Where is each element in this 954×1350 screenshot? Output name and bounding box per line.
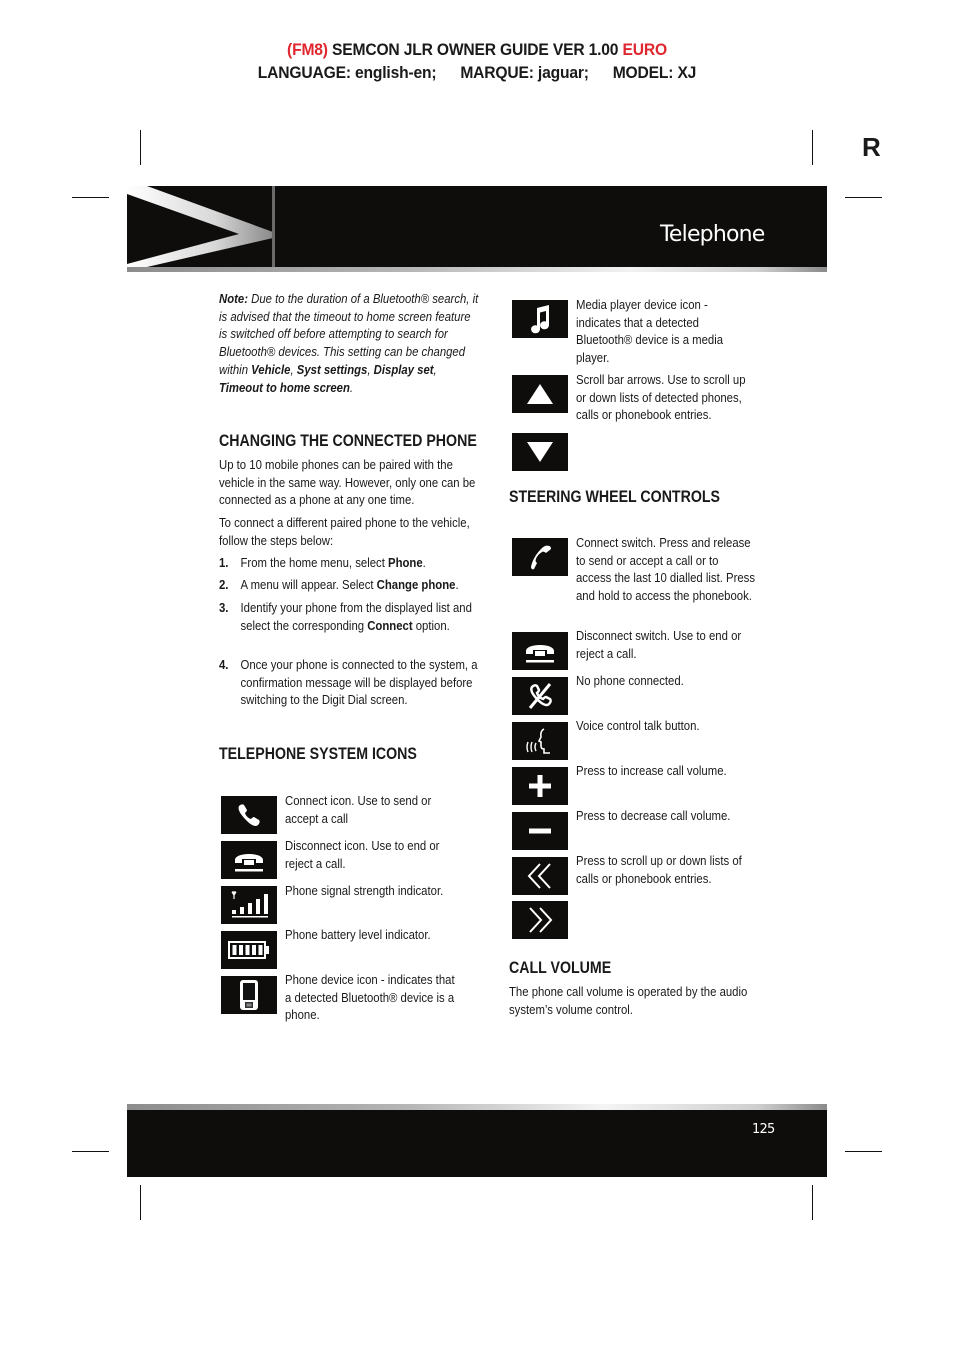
plus-icon (512, 767, 568, 805)
note-path-1: Vehicle (251, 361, 291, 377)
step-item: 1. From the home menu, select Phone. (219, 555, 426, 570)
banner-underline (127, 267, 827, 272)
crop-mark (72, 197, 109, 198)
icon-desc: No phone connected. (576, 673, 684, 688)
phone-device-icon (221, 976, 277, 1014)
phone-connect-icon (221, 796, 277, 834)
connect-switch-icon (512, 538, 568, 576)
doc-code: (FM8) (287, 40, 328, 59)
voice-talk-icon (512, 722, 568, 760)
no-phone-icon (512, 677, 568, 715)
crop-mark (140, 1185, 141, 1220)
doc-header-line1: (FM8) SEMCON JLR OWNER GUIDE VER 1.00 EU… (38, 40, 916, 60)
step-item: 4. Once your phone is connected to the sy… (219, 657, 478, 708)
crop-mark (72, 1151, 109, 1152)
note-path-2: Syst settings (296, 361, 368, 377)
changing-para-2: To connect a different paired phone to t… (219, 515, 470, 548)
section-heading-call-volume: CALL VOLUME (509, 959, 612, 977)
icon-desc: Press to decrease call volume. (576, 808, 731, 823)
phone-disconnect-icon (221, 841, 277, 879)
banner-divider (272, 186, 275, 267)
crop-mark (845, 197, 882, 198)
icon-desc: Disconnect switch. Use to end or reject … (576, 628, 742, 661)
crop-mark (812, 1185, 813, 1220)
doc-header-line2: LANGUAGE: english-en; MARQUE: jaguar; MODE… (38, 63, 916, 83)
call-volume-text: The phone call volume is operated by the… (509, 984, 748, 1017)
icon-desc: Voice control talk button. (576, 718, 700, 733)
icon-desc: Press to increase call volume. (576, 763, 727, 778)
icon-desc: Scroll bar arrows. Use to scroll up or d… (576, 372, 746, 423)
section-heading-steering: STEERING WHEEL CONTROLS (509, 488, 721, 506)
icon-desc: Connect switch. Press and release to sen… (576, 535, 756, 604)
chapter-title: Telephone (660, 222, 765, 247)
section-heading-system-icons: TELEPHONE SYSTEM ICONS (219, 745, 417, 763)
icon-desc: Disconnect icon. Use to end or reject a … (285, 838, 440, 871)
note-path-4: Timeout to home screen (219, 379, 350, 395)
note-path-3: Display set (373, 361, 434, 377)
icon-desc: Media player device icon - indicates tha… (576, 297, 724, 366)
double-chevron-left-icon (512, 857, 568, 895)
step-item: 3. Identify your phone from the displayed… (219, 600, 472, 633)
arrow-up-icon[interactable] (512, 375, 568, 413)
disconnect-switch-icon (512, 632, 568, 670)
minus-icon (512, 812, 568, 850)
music-note-icon (512, 300, 568, 338)
chevron-graphic-icon (127, 186, 273, 267)
section-heading-changing: CHANGING THE CONNECTED PHONE (219, 432, 477, 450)
battery-level-icon (221, 931, 277, 969)
crop-mark (812, 130, 813, 165)
icon-desc: Phone device icon - indicates that a det… (285, 972, 455, 1023)
icon-desc: Phone signal strength indicator. (285, 883, 444, 898)
double-chevron-right-icon (512, 901, 568, 939)
step-item: 2. A menu will appear. Select Change phon… (219, 577, 459, 592)
arrow-down-icon[interactable] (512, 433, 568, 471)
changing-para-1: Up to 10 mobile phones can be paired wit… (219, 457, 476, 508)
page-footer (127, 1110, 827, 1177)
crop-mark (140, 130, 141, 165)
crop-mark (845, 1151, 882, 1152)
section-tab-letter: R (862, 132, 881, 162)
doc-model: MODEL: XJ (612, 63, 697, 82)
note-paragraph: Note: Due to the duration of a Bluetooth… (219, 291, 479, 395)
doc-title: SEMCON JLR OWNER GUIDE VER 1.00 (331, 40, 619, 59)
doc-marque: MARQUE: jaguar; (460, 63, 589, 82)
icon-desc: Phone battery level indicator. (285, 927, 431, 942)
page-number: 125 (752, 1122, 775, 1137)
note-label: Note: (219, 291, 248, 306)
doc-region: EURO (622, 40, 667, 59)
icon-desc: Connect icon. Use to send or accept a ca… (285, 793, 432, 826)
doc-language: LANGUAGE: english-en; (257, 63, 437, 82)
icon-desc: Press to scroll up or down lists of call… (576, 853, 742, 886)
signal-strength-icon (221, 886, 277, 924)
